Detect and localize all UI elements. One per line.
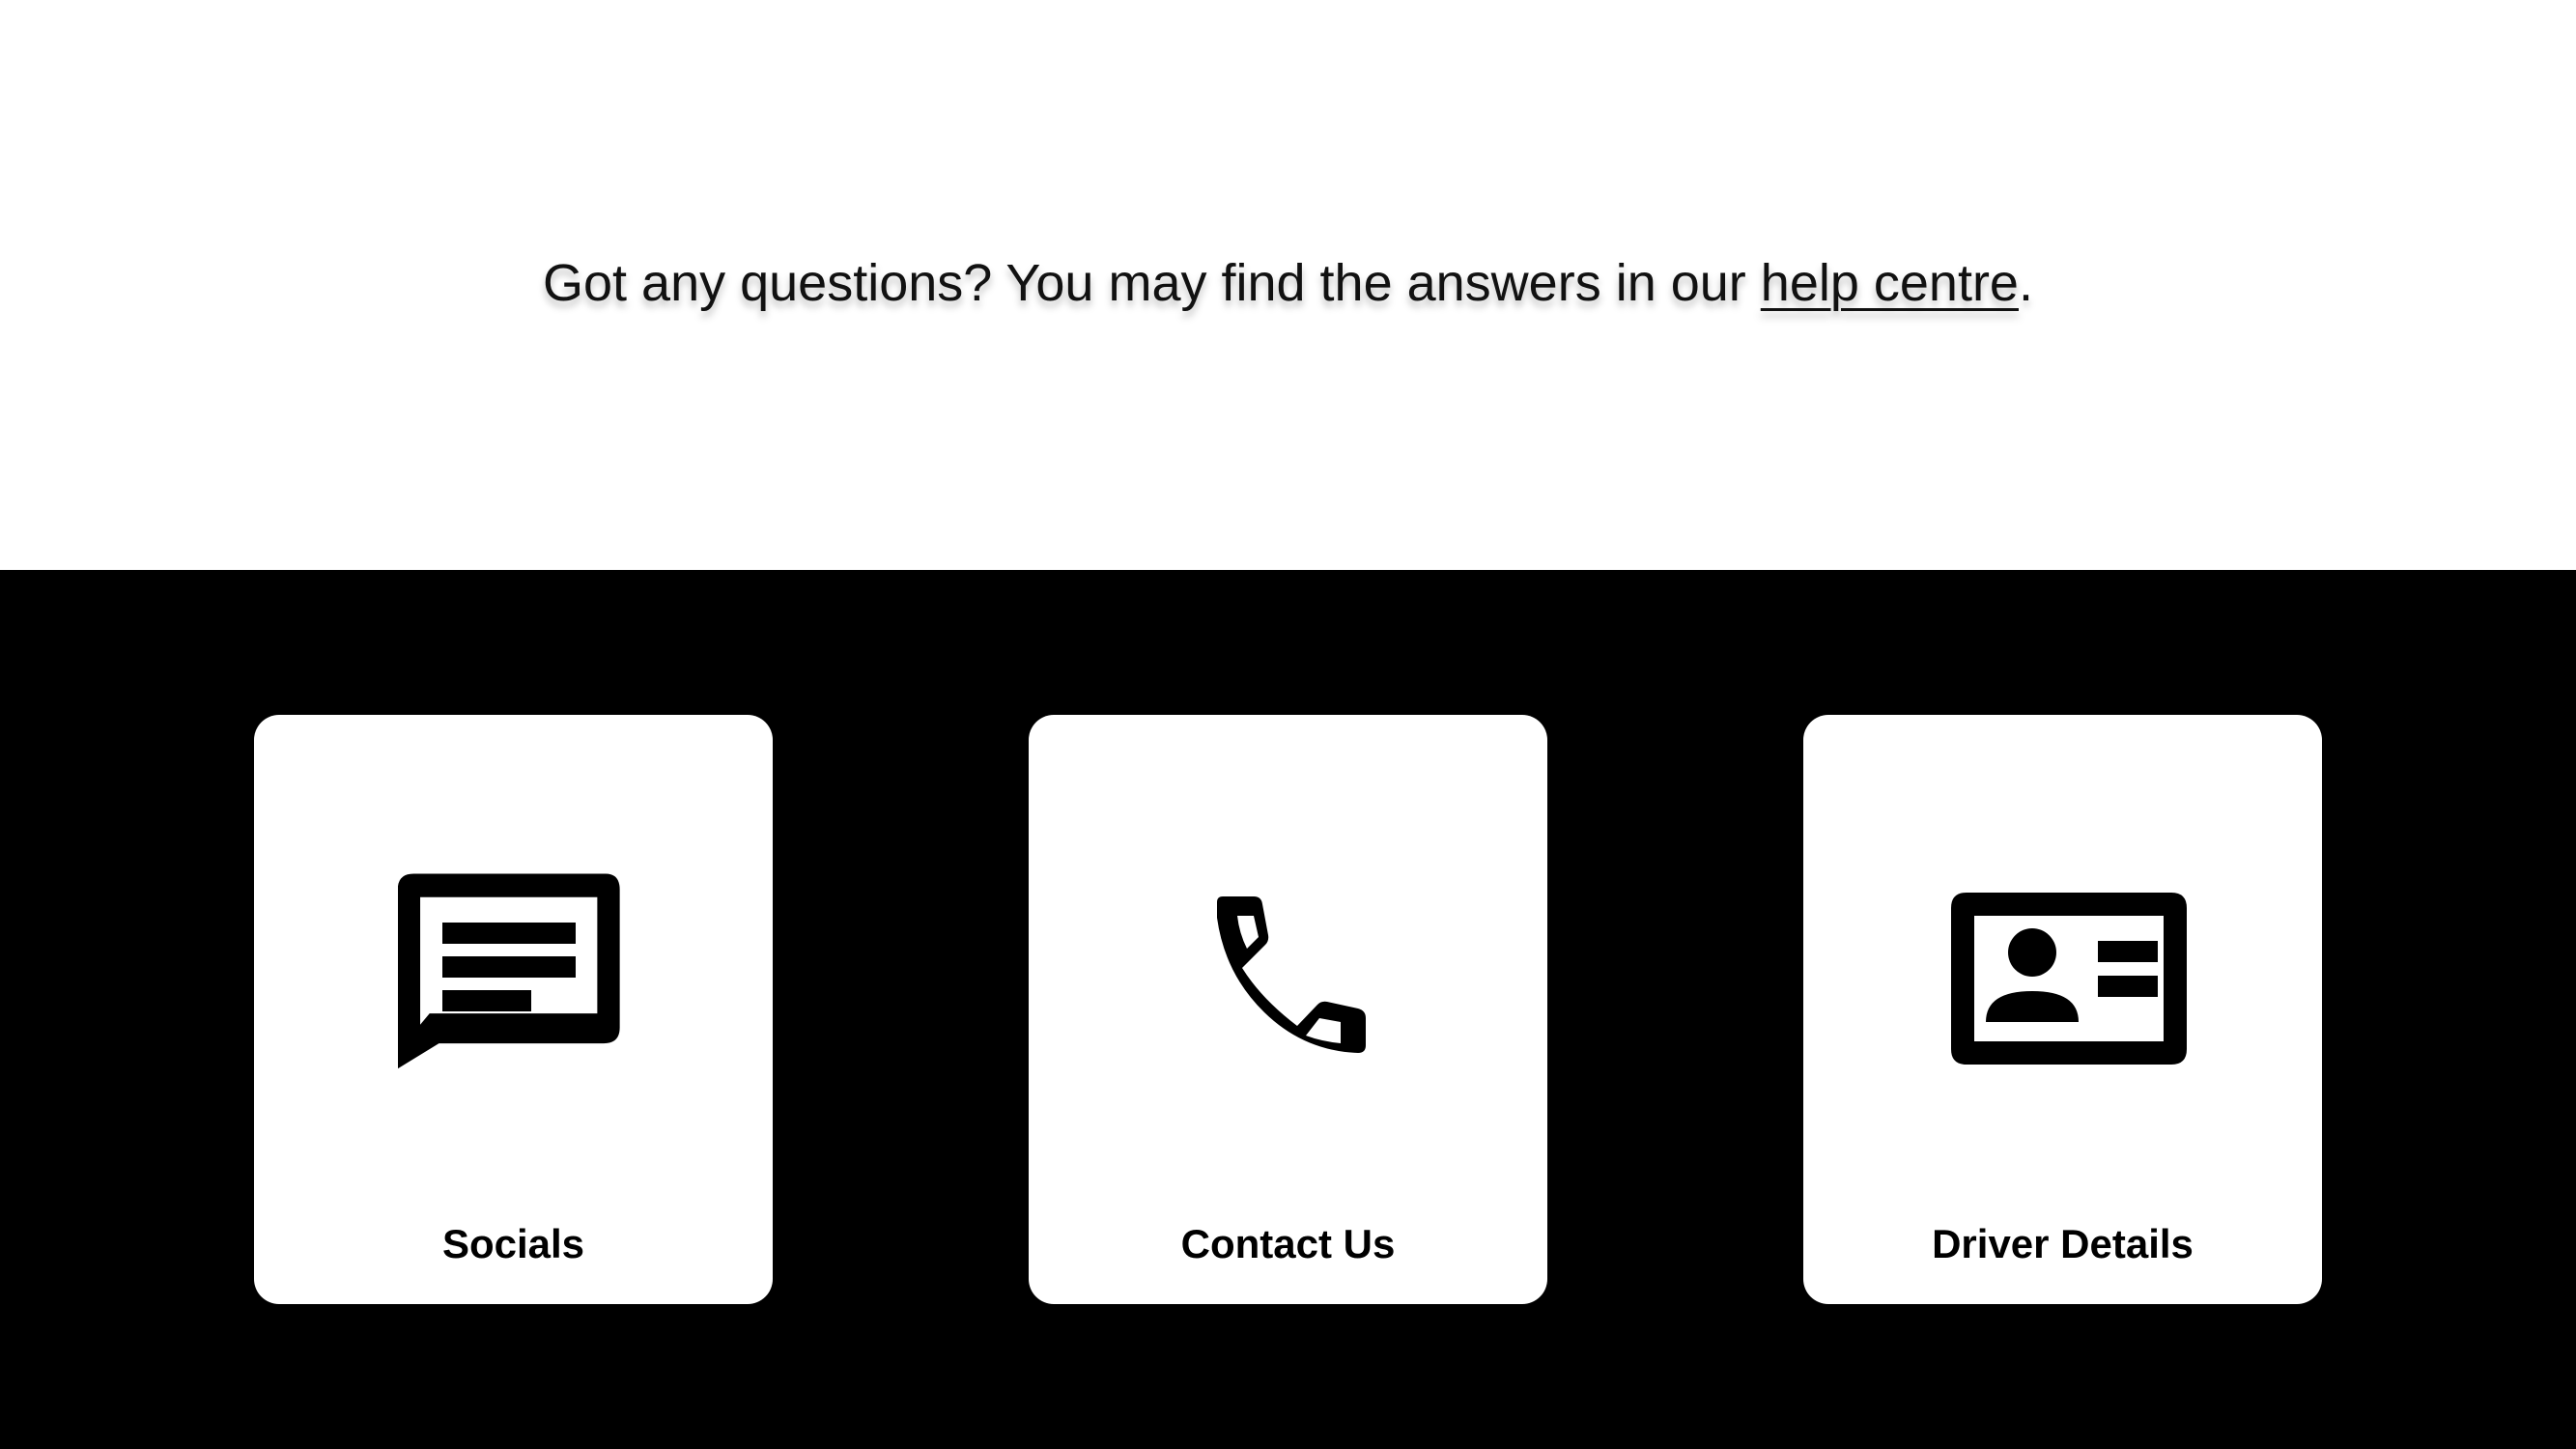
id-card-icon [1803,860,2322,1111]
help-banner: Got any questions? You may find the answ… [0,0,2576,570]
phone-icon [1029,860,1547,1111]
contact-us-label: Contact Us [1180,1221,1396,1266]
chat-message-icon [254,860,773,1111]
socials-card[interactable]: Socials [254,715,773,1304]
help-prompt-text: Got any questions? You may find the answ… [543,254,1761,312]
help-prompt: Got any questions? You may find the answ… [0,249,2576,317]
contact-us-card[interactable]: Contact Us [1029,715,1547,1304]
support-cards-section: Socials Contact Us Driver Details [0,570,2576,1449]
driver-details-card[interactable]: Driver Details [1803,715,2322,1304]
driver-details-label: Driver Details [1932,1221,2194,1266]
page: Got any questions? You may find the answ… [0,0,2576,1449]
help-prompt-period: . [2018,254,2033,312]
socials-label: Socials [441,1221,585,1266]
help-centre-link[interactable]: help centre [1761,254,2019,312]
